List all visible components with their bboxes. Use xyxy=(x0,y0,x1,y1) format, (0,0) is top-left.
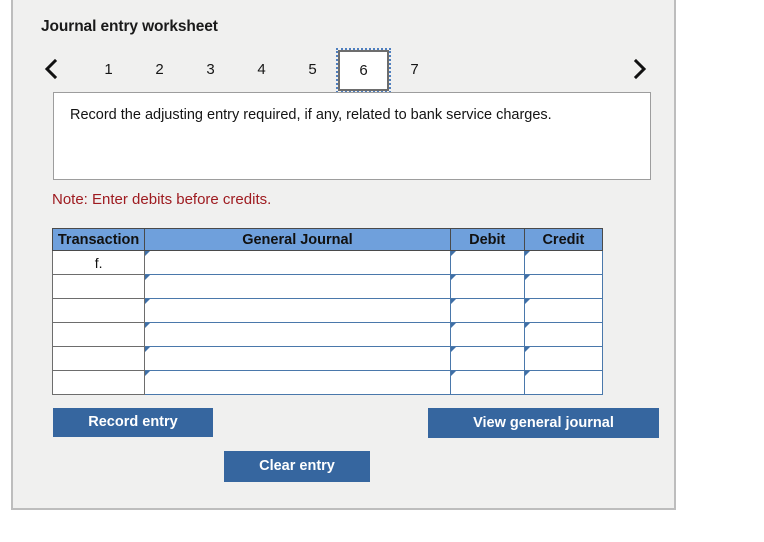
entry-tabs: 1 2 3 4 5 6 7 xyxy=(83,48,440,93)
transaction-label xyxy=(51,322,146,347)
column-header-debit: Debit xyxy=(449,228,525,251)
tab-entry-4[interactable]: 4 xyxy=(236,50,287,88)
cell-marker-icon xyxy=(524,323,530,328)
general-journal-input[interactable] xyxy=(145,275,450,298)
credit-input[interactable] xyxy=(524,251,602,274)
general-journal-input[interactable] xyxy=(145,251,450,274)
cell-marker-icon xyxy=(450,299,456,304)
credit-input[interactable] xyxy=(524,275,602,298)
tab-entry-2[interactable]: 2 xyxy=(134,50,185,88)
credit-cell[interactable] xyxy=(523,274,604,299)
column-header-credit: Credit xyxy=(523,228,604,251)
cell-marker-icon xyxy=(145,371,151,376)
cell-marker-icon xyxy=(450,275,456,280)
cell-marker-icon xyxy=(524,251,530,256)
general-journal-input[interactable] xyxy=(145,299,450,322)
clear-entry-button[interactable]: Clear entry xyxy=(224,451,370,482)
table-row xyxy=(51,346,604,371)
general-journal-cell[interactable] xyxy=(144,346,451,371)
next-entry-icon[interactable] xyxy=(626,54,654,84)
tab-entry-6[interactable]: 6 xyxy=(336,48,391,93)
debit-input[interactable] xyxy=(450,251,524,274)
general-journal-cell[interactable] xyxy=(144,274,451,299)
general-journal-cell[interactable] xyxy=(144,250,451,275)
credit-input[interactable] xyxy=(524,323,602,346)
credit-input[interactable] xyxy=(524,371,602,394)
cell-marker-icon xyxy=(145,275,151,280)
column-header-transaction: Transaction xyxy=(51,228,146,251)
debit-input[interactable] xyxy=(450,371,524,394)
transaction-label xyxy=(51,274,146,299)
table-row xyxy=(51,298,604,323)
journal-entry-panel: Journal entry worksheet 1 2 3 4 5 6 7 Re… xyxy=(11,0,676,510)
cell-marker-icon xyxy=(145,347,151,352)
debit-cell[interactable] xyxy=(449,346,525,371)
worksheet-page: Journal entry worksheet 1 2 3 4 5 6 7 Re… xyxy=(0,0,764,542)
debit-cell[interactable] xyxy=(449,274,525,299)
cell-marker-icon xyxy=(145,323,151,328)
general-journal-cell[interactable] xyxy=(144,298,451,323)
general-journal-input[interactable] xyxy=(145,323,450,346)
cell-marker-icon xyxy=(450,323,456,328)
tab-entry-7[interactable]: 7 xyxy=(389,50,440,88)
debit-input[interactable] xyxy=(450,347,524,370)
instruction-text: Record the adjusting entry required, if … xyxy=(70,107,552,123)
journal-entry-table: Transaction General Journal Debit Credit… xyxy=(51,228,604,395)
transaction-label xyxy=(51,346,146,371)
debit-cell[interactable] xyxy=(449,370,525,395)
debits-before-credits-note: Note: Enter debits before credits. xyxy=(52,191,272,208)
entry-tab-strip: 1 2 3 4 5 6 7 xyxy=(37,48,654,93)
debit-cell[interactable] xyxy=(449,322,525,347)
general-journal-input[interactable] xyxy=(145,347,450,370)
transaction-label xyxy=(51,370,146,395)
credit-cell[interactable] xyxy=(523,370,604,395)
table-row xyxy=(51,322,604,347)
cell-marker-icon xyxy=(450,371,456,376)
cell-marker-icon xyxy=(145,251,151,256)
table-row xyxy=(51,274,604,299)
table-row xyxy=(51,370,604,395)
cell-marker-icon xyxy=(145,299,151,304)
cell-marker-icon xyxy=(524,371,530,376)
record-entry-button[interactable]: Record entry xyxy=(53,408,213,437)
cell-marker-icon xyxy=(524,275,530,280)
cell-marker-icon xyxy=(450,251,456,256)
table-row: f. xyxy=(51,250,604,275)
cell-marker-icon xyxy=(450,347,456,352)
debit-cell[interactable] xyxy=(449,250,525,275)
transaction-label: f. xyxy=(51,250,146,275)
debit-input[interactable] xyxy=(450,323,524,346)
debit-cell[interactable] xyxy=(449,298,525,323)
general-journal-cell[interactable] xyxy=(144,370,451,395)
transaction-label xyxy=(51,298,146,323)
credit-cell[interactable] xyxy=(523,346,604,371)
table-header-row: Transaction General Journal Debit Credit xyxy=(51,228,604,251)
previous-entry-icon[interactable] xyxy=(37,54,65,84)
credit-cell[interactable] xyxy=(523,298,604,323)
tab-entry-5[interactable]: 5 xyxy=(287,50,338,88)
debit-input[interactable] xyxy=(450,299,524,322)
debit-input[interactable] xyxy=(450,275,524,298)
general-journal-input[interactable] xyxy=(145,371,450,394)
tab-entry-3[interactable]: 3 xyxy=(185,50,236,88)
credit-input[interactable] xyxy=(524,347,602,370)
credit-cell[interactable] xyxy=(523,322,604,347)
view-general-journal-button[interactable]: View general journal xyxy=(428,408,659,438)
column-header-general-journal: General Journal xyxy=(144,228,451,251)
credit-input[interactable] xyxy=(524,299,602,322)
page-title: Journal entry worksheet xyxy=(41,18,218,35)
tab-entry-1[interactable]: 1 xyxy=(83,50,134,88)
instruction-box: Record the adjusting entry required, if … xyxy=(53,92,651,180)
credit-cell[interactable] xyxy=(523,250,604,275)
general-journal-cell[interactable] xyxy=(144,322,451,347)
cell-marker-icon xyxy=(524,299,530,304)
cell-marker-icon xyxy=(524,347,530,352)
